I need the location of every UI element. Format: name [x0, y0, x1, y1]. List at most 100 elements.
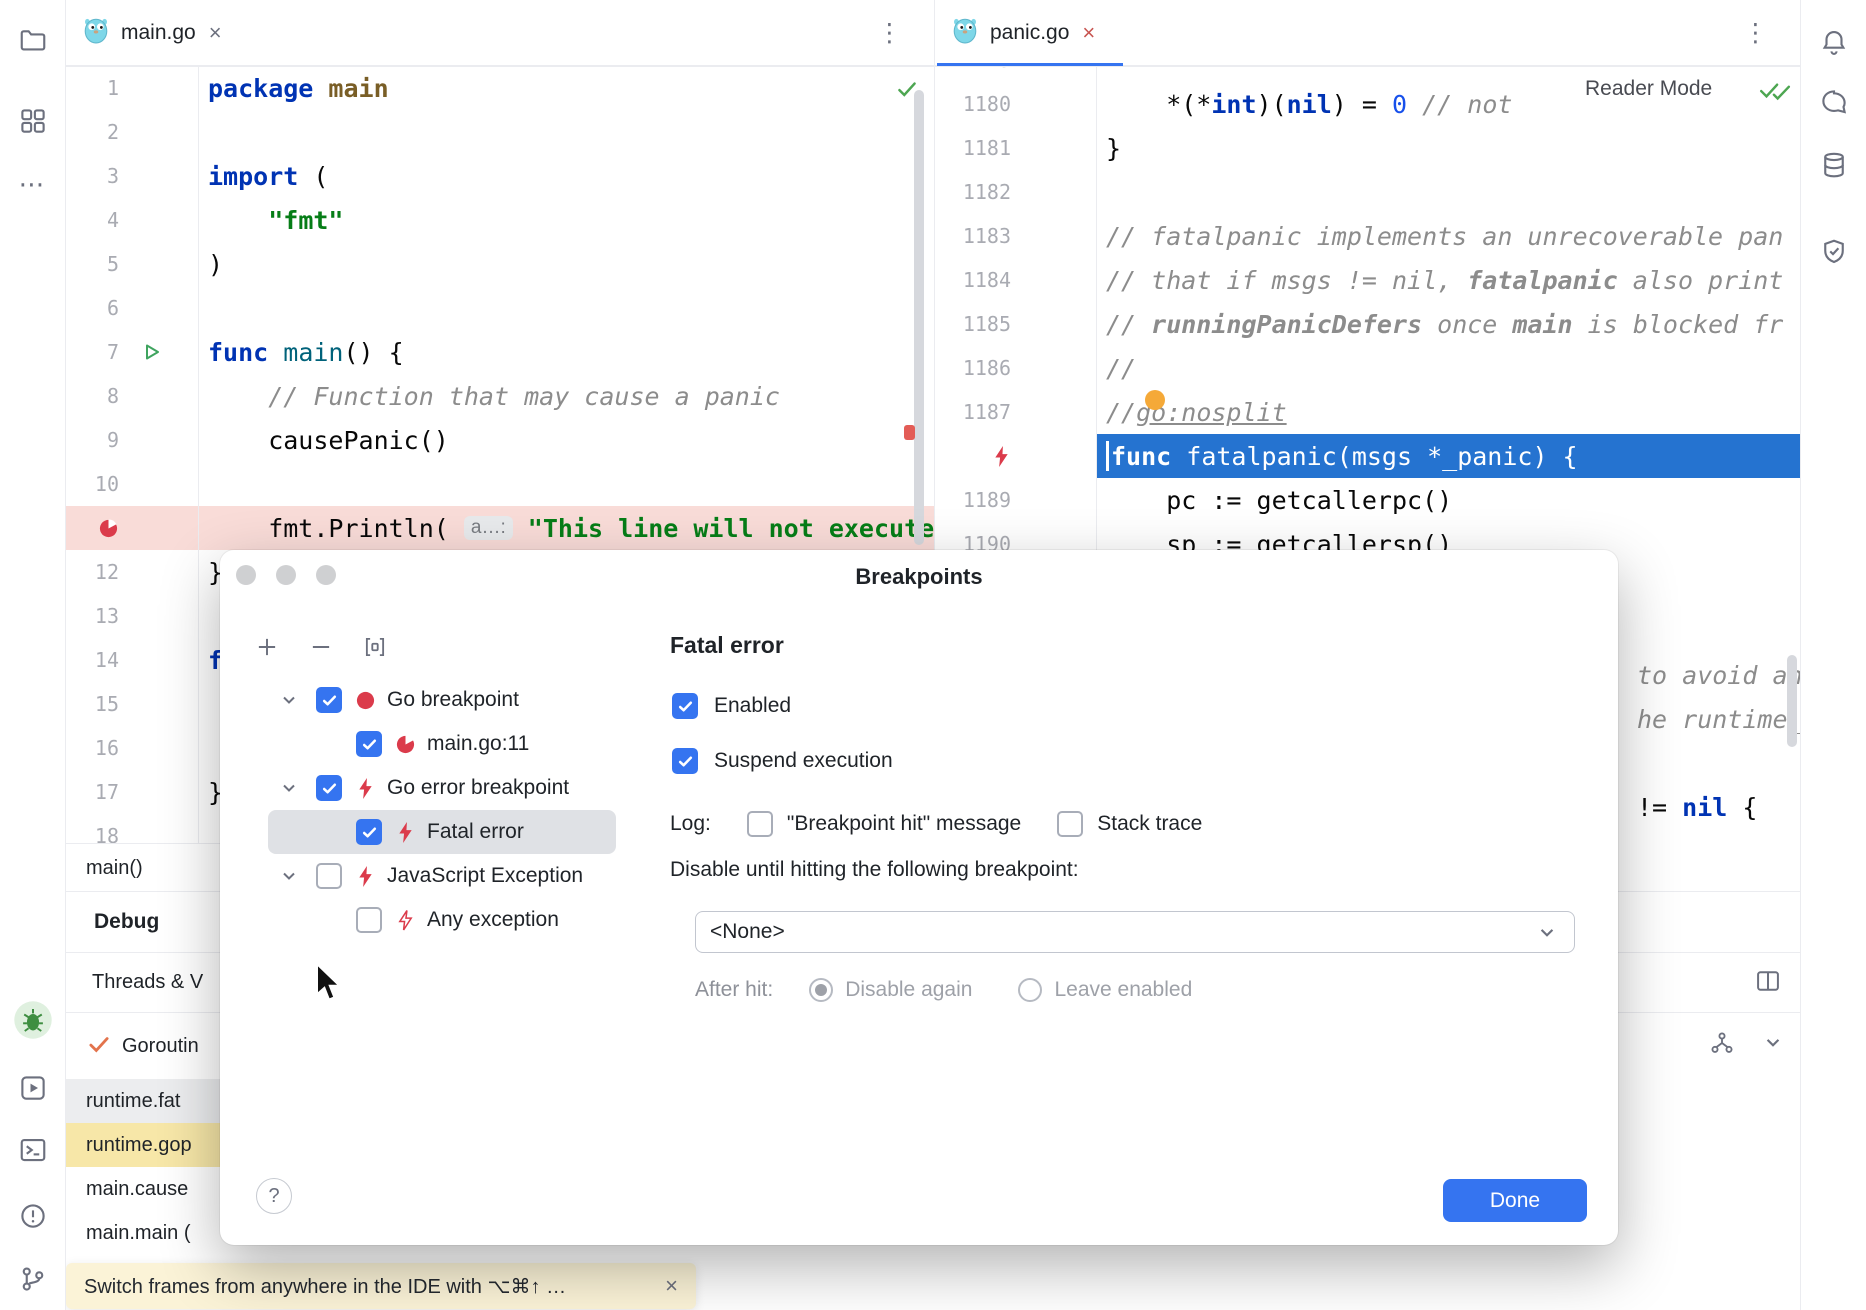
ide-window: ⋯ main.go × ⋮ 1package main23import (4 "… [0, 0, 1866, 1310]
dialog-toolbar [254, 634, 388, 660]
checkbox[interactable] [356, 731, 382, 757]
radio-button[interactable] [809, 978, 833, 1002]
view-frames-graph-icon[interactable] [1708, 1029, 1736, 1062]
error-breakpoint-gutter-icon[interactable] [935, 445, 1019, 468]
line-number: 3 [66, 164, 127, 188]
shield-icon[interactable] [1816, 234, 1852, 270]
checkbox[interactable] [316, 863, 342, 889]
right-tabbar: panic.go × ⋮ [935, 0, 1800, 66]
breakpoint-tree-item[interactable]: Go error breakpoint [268, 766, 616, 810]
ai-assistant-icon[interactable] [1816, 84, 1852, 120]
radio-button[interactable] [1018, 978, 1042, 1002]
chevron-down-icon[interactable] [274, 866, 304, 886]
breakpoint-tree-item[interactable]: Any exception [268, 898, 616, 942]
line-number: 5 [66, 252, 127, 276]
inspections-ok-icon [1758, 76, 1792, 109]
code-line-1181: 1181} [935, 126, 1800, 170]
line-number: 1180 [935, 92, 1019, 116]
line-number: 8 [66, 384, 127, 408]
code-fragment: != nil { [1637, 785, 1757, 829]
code-line-4: 4 "fmt" [66, 198, 934, 242]
checkbox[interactable] [672, 748, 698, 774]
code-fragment: to avoid an [1637, 653, 1800, 697]
more-icon[interactable]: ⋯ [15, 166, 51, 202]
breakpoint-bolt-icon [352, 777, 378, 800]
remove-icon[interactable] [308, 634, 334, 660]
git-branch-icon[interactable] [15, 1261, 51, 1297]
checkbox[interactable] [672, 693, 698, 719]
tab-threads-variables[interactable]: Threads & V [92, 971, 203, 994]
layout-settings-icon[interactable] [1754, 967, 1782, 1000]
close-icon[interactable]: × [1082, 20, 1095, 46]
checkbox[interactable] [356, 907, 382, 933]
scrollbar-thumb[interactable] [1787, 655, 1797, 747]
chevron-down-icon[interactable] [274, 690, 304, 710]
detail-checkbox-row: Suspend execution [672, 739, 893, 783]
code-line-5: 5) [66, 242, 934, 286]
add-icon[interactable] [254, 634, 280, 660]
radio-label: Disable again [845, 978, 972, 1002]
tab-options-menu-icon[interactable]: ⋮ [877, 0, 902, 66]
breadcrumb-item[interactable]: main() [86, 857, 143, 879]
scrollbar-thumb[interactable] [914, 90, 924, 545]
chevron-down-icon[interactable] [274, 778, 304, 798]
folder-icon[interactable] [15, 22, 51, 58]
close-icon[interactable]: × [209, 20, 222, 46]
tab-panic-go[interactable]: panic.go × [935, 0, 1113, 66]
run-gutter-icon[interactable] [127, 330, 199, 374]
code-line-9: 9 causePanic() [66, 418, 934, 462]
breakpoint-tree-item[interactable]: Go breakpoint [268, 678, 616, 722]
tree-item-label: Any exception [427, 908, 559, 932]
bell-icon[interactable] [1816, 24, 1852, 60]
breakpoint-tree-item[interactable]: Fatal error [268, 810, 616, 854]
tab-main-go[interactable]: main.go × [66, 0, 240, 66]
help-button[interactable]: ? [256, 1178, 292, 1214]
dialog-title: Breakpoints [220, 564, 1618, 590]
problems-icon[interactable] [15, 1198, 51, 1234]
after-hit-row: After hit: Disable againLeave enabled [695, 968, 1216, 1012]
line-number: 15 [66, 692, 127, 716]
code-line-1189: 1189 pc := getcallerpc() [935, 478, 1800, 522]
tab-options-menu-icon[interactable]: ⋮ [1743, 0, 1768, 66]
error-stripe-breakpoint-mark[interactable] [904, 425, 915, 440]
line-number: 6 [66, 296, 127, 320]
terminal-icon[interactable] [15, 1132, 51, 1168]
goroutine-status-icon [86, 1031, 112, 1062]
code-line-1185: 1185// runningPanicDefers once main is b… [935, 302, 1800, 346]
line-number: 14 [66, 648, 127, 672]
checkbox[interactable] [747, 811, 773, 837]
checkbox[interactable] [1057, 811, 1083, 837]
line-number: 1184 [935, 268, 1019, 292]
tree-item-label: Go breakpoint [387, 688, 519, 712]
done-button[interactable]: Done [1443, 1179, 1587, 1222]
bolt-outline-icon [392, 909, 418, 932]
disable-until-label: Disable until hitting the following brea… [670, 858, 1079, 882]
database-icon[interactable] [1816, 147, 1852, 183]
services-icon[interactable] [15, 1070, 51, 1106]
reader-mode-button[interactable]: Reader Mode [1575, 74, 1722, 104]
close-icon[interactable]: × [665, 1273, 678, 1299]
chevron-down-icon[interactable] [1760, 1029, 1786, 1062]
checkbox[interactable] [316, 775, 342, 801]
code-line-1186: 1186// [935, 346, 1800, 390]
breakpoint-bolt-icon [392, 821, 418, 844]
checkbox[interactable] [316, 687, 342, 713]
windows-icon[interactable] [15, 103, 51, 139]
line-number: 12 [66, 560, 127, 584]
code-line-3: 3import ( [66, 154, 934, 198]
breakpoints-dialog: Breakpoints Go breakpoint main.go:11Go er… [220, 550, 1618, 1245]
group-icon[interactable] [362, 634, 388, 660]
breakpoint-select-dropdown[interactable]: <None> [695, 911, 1575, 953]
checkbox-label: Enabled [714, 694, 791, 718]
detail-checkbox-row: Enabled [672, 684, 893, 728]
breakpoint-tree-item[interactable]: JavaScript Exception [268, 854, 616, 898]
debug-icon[interactable] [11, 998, 55, 1042]
breakpoint-gutter-icon[interactable] [66, 518, 127, 539]
checkbox[interactable] [356, 819, 382, 845]
detail-title: Fatal error [670, 632, 784, 659]
line-number: 1 [66, 76, 127, 100]
line-number: 1186 [935, 356, 1019, 380]
breakpoint-tree-item[interactable]: main.go:11 [268, 722, 616, 766]
banner-text: Switch frames from anywhere in the IDE w… [84, 1274, 566, 1299]
goroutine-selector[interactable]: Goroutin [122, 1035, 199, 1058]
